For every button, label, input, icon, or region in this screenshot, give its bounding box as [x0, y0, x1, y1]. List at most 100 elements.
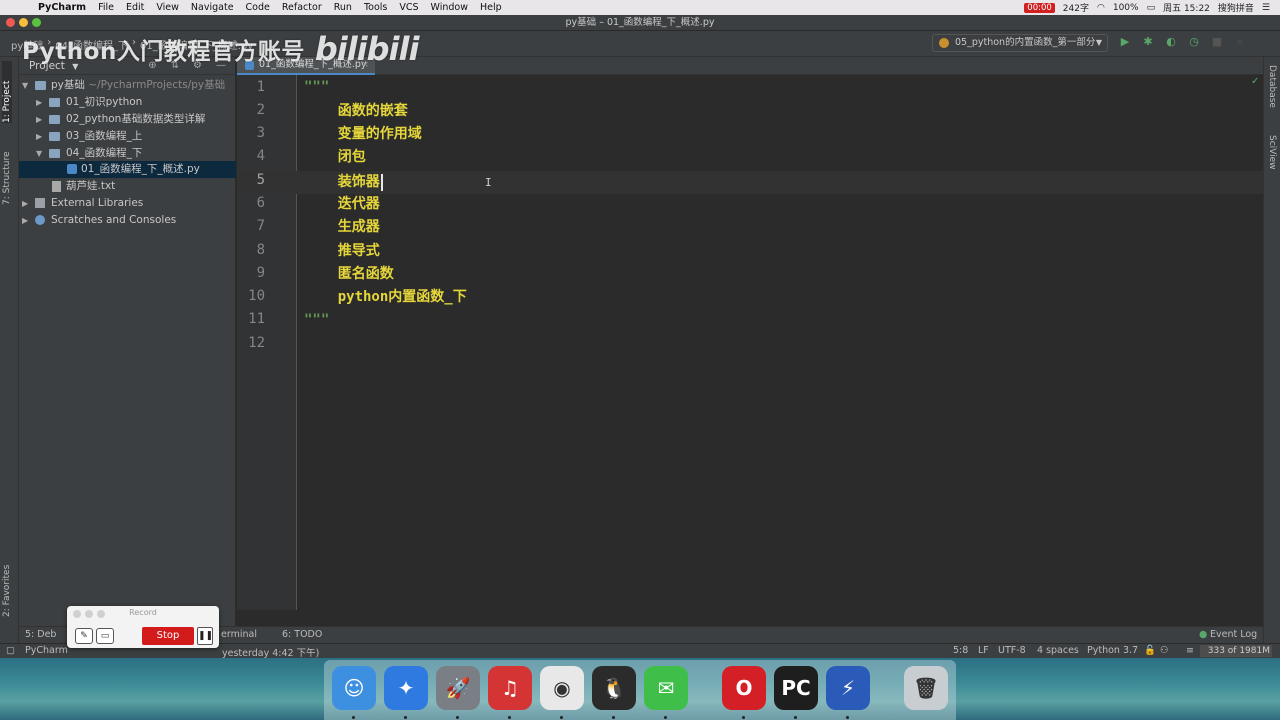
menu-tools[interactable]: Tools	[364, 2, 387, 13]
code-line[interactable]: 匿名函数	[304, 263, 394, 286]
battery-level[interactable]: 100%	[1113, 3, 1139, 13]
coverage-icon[interactable]: ◐	[1164, 35, 1178, 49]
tab-database[interactable]: Database	[1267, 65, 1277, 108]
tab-project[interactable]: 1: Project	[2, 61, 12, 123]
menu-edit[interactable]: Edit	[126, 2, 144, 13]
dock-app-netease-music-icon[interactable]: ♫	[488, 666, 532, 710]
memory-indicator[interactable]: 333 of 1981M	[1200, 645, 1272, 657]
code-line[interactable]: python内置函数_下	[304, 286, 467, 309]
indent-setting[interactable]: 4 spaces	[1037, 645, 1079, 656]
stop-icon[interactable]: ■	[1210, 35, 1224, 49]
dock-app-opera-icon[interactable]: O	[722, 666, 766, 710]
dock-app-qq-icon[interactable]: 🐧	[592, 666, 636, 710]
file-encoding[interactable]: UTF-8	[998, 645, 1026, 656]
menu-view[interactable]: View	[156, 2, 179, 13]
git-icon[interactable]: ⚇	[1160, 645, 1169, 656]
code-line[interactable]: 迭代器	[304, 193, 380, 216]
tree-item-project-root[interactable]: ▼ py基础 ~/PycharmProjects/py基础	[19, 77, 236, 94]
dock-app-finder-icon[interactable]: ☺	[332, 666, 376, 710]
caret-position[interactable]: 5:8	[953, 645, 968, 656]
menu-help[interactable]: Help	[480, 2, 502, 13]
code-line[interactable]: 生成器	[304, 216, 380, 239]
menu-code[interactable]: Code	[246, 2, 270, 13]
dock-app-reeder-icon[interactable]: ⚡	[826, 666, 870, 710]
code-line[interactable]: 函数的嵌套	[304, 100, 408, 123]
recording-timer[interactable]: 00:00	[1024, 2, 1055, 13]
status-panel-toggle-icon[interactable]: ▢	[6, 645, 15, 656]
run-icon[interactable]: ▶	[1118, 35, 1132, 49]
tree-item-external-libraries[interactable]: ▶ External Libraries	[19, 195, 236, 212]
event-icon[interactable]: ≡	[1186, 645, 1194, 656]
minimize-window-button[interactable]	[19, 18, 28, 27]
debug-icon[interactable]: ✱	[1141, 35, 1155, 49]
pen-tool-icon[interactable]: ✎	[75, 628, 93, 644]
expand-arrow-icon[interactable]: ▶	[36, 111, 42, 128]
code-editor[interactable]	[298, 75, 1263, 610]
tree-item-folder[interactable]: ▼ 04_函数编程_下	[19, 145, 236, 162]
menu-app-name[interactable]: PyCharm	[38, 2, 86, 13]
menu-window[interactable]: Window	[431, 2, 468, 13]
zoom-window-button[interactable]	[32, 18, 41, 27]
tree-item-file-selected[interactable]: 01_函数编程_下_概述.py	[19, 161, 236, 178]
tree-item-scratches[interactable]: ▶ Scratches and Consoles	[19, 212, 236, 229]
code-line[interactable]: """	[304, 76, 329, 99]
line-separator[interactable]: LF	[978, 645, 989, 656]
tree-item-label: 01_初识python	[66, 96, 143, 108]
code-line[interactable]: 变量的作用域	[304, 123, 422, 146]
python-interpreter[interactable]: Python 3.7	[1087, 645, 1138, 656]
lock-icon[interactable]: 🔓	[1144, 645, 1156, 656]
search-everywhere-icon[interactable]: ⌕	[1233, 35, 1247, 49]
pause-recording-button[interactable]: ❚❚	[197, 627, 213, 645]
expand-arrow-icon[interactable]: ▶	[22, 212, 28, 229]
code-line[interactable]: """	[304, 309, 329, 332]
status-message[interactable]: PyCharm	[25, 645, 68, 656]
expand-arrow-icon[interactable]: ▶	[22, 195, 28, 212]
clock[interactable]: 周五 15:22	[1163, 1, 1210, 14]
tab-terminal[interactable]: erminal	[221, 629, 257, 640]
project-tool-window: Project ▼ ⊕ ⇅ ⚙ — ▼ py基础 ~/PycharmProjec…	[19, 57, 236, 643]
menu-run[interactable]: Run	[334, 2, 352, 13]
dock-running-indicator	[456, 716, 459, 719]
inspection-ok-icon[interactable]: ✓	[1251, 76, 1259, 87]
dock-app-trash-icon[interactable]: 🗑	[904, 666, 948, 710]
code-line[interactable]: 推导式	[304, 240, 380, 263]
code-line-current[interactable]: 装饰器	[304, 171, 383, 194]
screen-select-icon[interactable]: ▭	[96, 628, 114, 644]
tab-debug[interactable]: 5: Deb	[25, 629, 56, 640]
menu-refactor[interactable]: Refactor	[282, 2, 322, 13]
input-method[interactable]: 搜狗拼音	[1218, 1, 1254, 14]
wifi-icon[interactable]: ◠	[1097, 3, 1105, 13]
menu-navigate[interactable]: Navigate	[191, 2, 234, 13]
profile-icon[interactable]: ◷	[1187, 35, 1201, 49]
tree-item-file[interactable]: 葫芦娃.txt	[19, 178, 236, 195]
tree-item-folder[interactable]: ▶ 03_函数编程_上	[19, 128, 236, 145]
expand-arrow-icon[interactable]: ▶	[36, 94, 42, 111]
dock-app-chrome-icon[interactable]: ◉	[540, 666, 584, 710]
expand-arrow-icon[interactable]: ▼	[22, 77, 28, 94]
tree-item-label: 葫芦娃.txt	[66, 180, 116, 192]
notification-center-icon[interactable]: ☰	[1262, 3, 1270, 13]
dock-running-indicator	[352, 716, 355, 719]
tab-event-log[interactable]: Event Log	[1210, 629, 1257, 640]
library-icon	[35, 198, 45, 208]
tab-structure[interactable]: 7: Structure	[2, 135, 12, 206]
menu-file[interactable]: File	[98, 2, 114, 13]
tab-favorites[interactable]: 2: Favorites	[2, 545, 12, 617]
code-line[interactable]: 闭包	[304, 146, 366, 169]
close-window-button[interactable]	[6, 18, 15, 27]
tab-sciview[interactable]: SciView	[1267, 135, 1277, 170]
tab-todo[interactable]: 6: TODO	[282, 629, 322, 640]
dock-app-wechat-icon[interactable]: ✉	[644, 666, 688, 710]
dock-running-indicator	[508, 716, 511, 719]
run-configuration-select[interactable]: 05_python的内置函数_第一部分 ▼	[932, 34, 1108, 52]
stop-recording-button[interactable]: Stop	[142, 627, 194, 645]
expand-arrow-icon[interactable]: ▼	[36, 145, 42, 162]
menu-vcs[interactable]: VCS	[399, 2, 418, 13]
dock-app-pycharm-icon[interactable]: PC	[774, 666, 818, 710]
tree-item-folder[interactable]: ▶ 01_初识python	[19, 94, 236, 111]
dock-app-launchpad-icon[interactable]: 🚀	[436, 666, 480, 710]
tree-item-folder[interactable]: ▶ 02_python基础数据类型详解	[19, 111, 236, 128]
dock-app-safari-icon[interactable]: ✦	[384, 666, 428, 710]
expand-arrow-icon[interactable]: ▶	[36, 128, 42, 145]
word-count[interactable]: 242字	[1063, 1, 1089, 14]
